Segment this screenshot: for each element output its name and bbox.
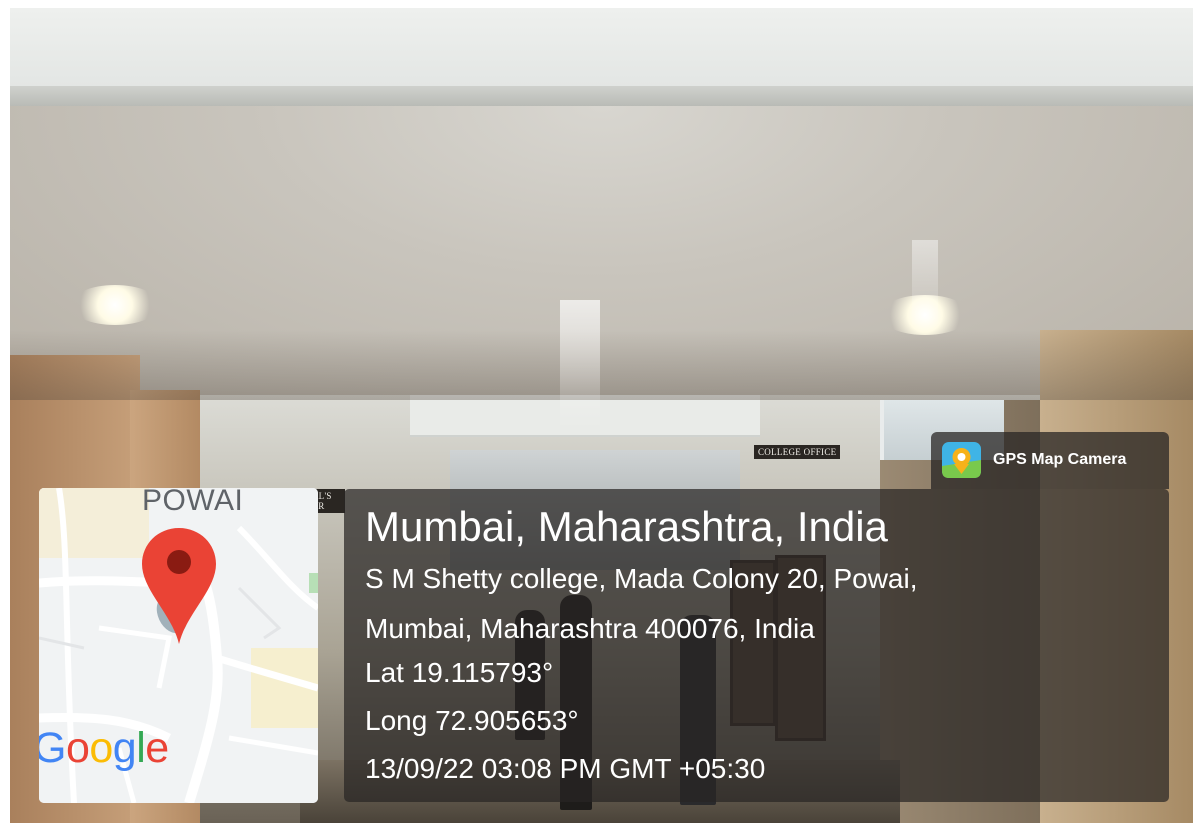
google-logo: Google <box>39 724 169 773</box>
ceiling-top <box>10 8 1193 88</box>
address-line-1: S M Shetty college, Mada Colony 20, Powa… <box>365 563 918 594</box>
google-logo-letter: o <box>65 724 90 772</box>
map-thumbnail[interactable]: POWAI Google <box>39 488 318 803</box>
college-office-sign: COLLEGE OFFICE <box>754 445 841 459</box>
timestamp-text: 13/09/22 03:08 PM GMT +05:30 <box>365 753 766 784</box>
google-logo-letter: G <box>39 724 66 772</box>
map-area-label: POWAI <box>142 488 244 517</box>
gps-map-camera-app-icon <box>942 442 981 478</box>
address-line-2: Mumbai, Maharashtra 400076, India <box>365 613 815 644</box>
ceiling-shadow <box>10 330 1193 400</box>
photo-scene: COLLEGE OFFICE NCIPAL'S AMBER GPS Map Ca… <box>0 0 1193 823</box>
location-pin-icon <box>142 528 216 644</box>
pin-body <box>142 528 216 644</box>
longitude-text: Long 72.905653° <box>365 705 579 736</box>
google-logo-letter: o <box>89 724 113 772</box>
gps-map-camera-label: GPS Map Camera <box>993 451 1127 468</box>
ceiling-light-left <box>70 285 160 325</box>
location-title: Mumbai, Maharashtra, India <box>365 503 888 550</box>
google-logo-letter: e <box>145 724 169 772</box>
ceiling-beam <box>10 86 1193 106</box>
google-logo-letter: l <box>136 724 146 772</box>
google-logo-letter: g <box>112 724 137 772</box>
light-glare <box>912 240 938 330</box>
light-glare <box>560 300 600 430</box>
latitude-text: Lat 19.115793° <box>365 657 554 688</box>
